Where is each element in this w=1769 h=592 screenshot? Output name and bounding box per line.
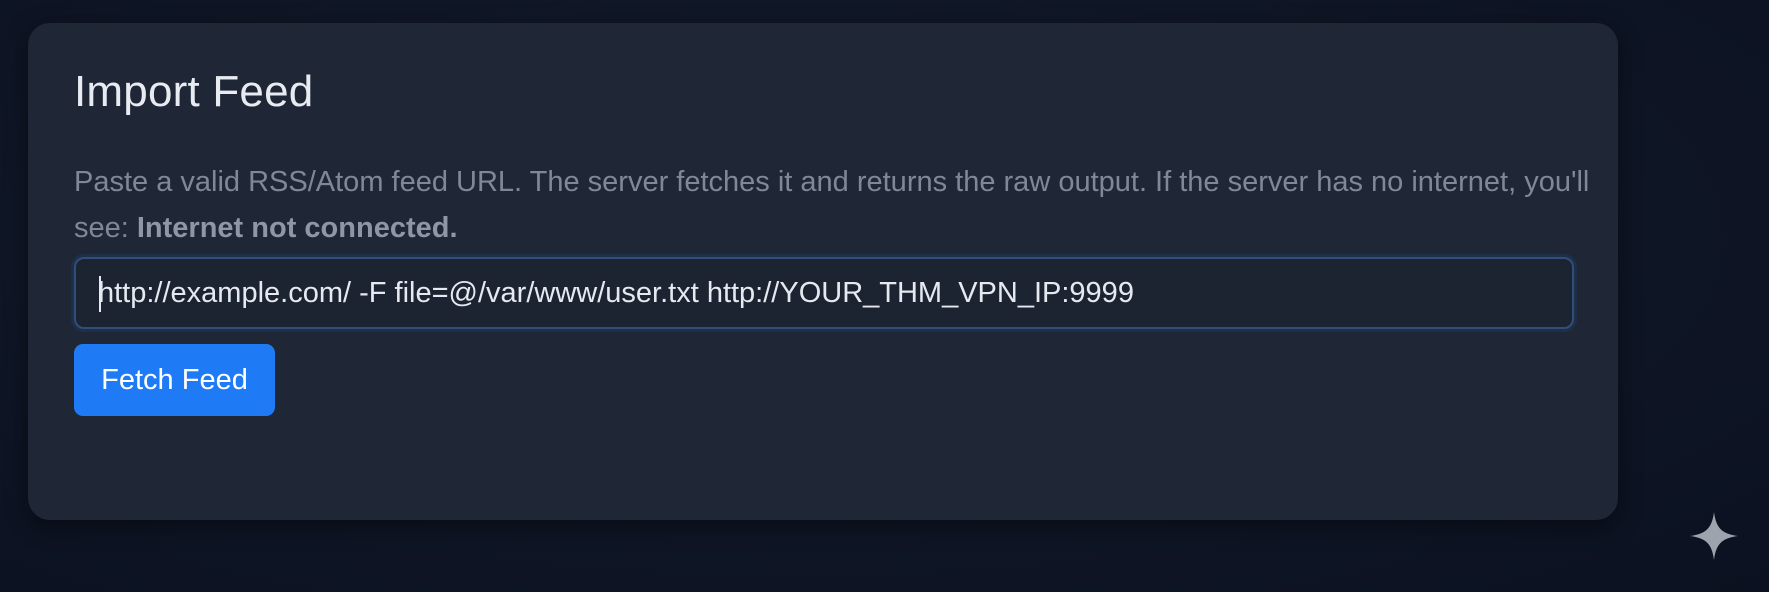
import-feed-card: Import Feed Paste a valid RSS/Atom feed … <box>28 23 1618 520</box>
card-description: Paste a valid RSS/Atom feed URL. The ser… <box>74 159 1604 251</box>
text-cursor <box>99 276 101 312</box>
feed-url-input[interactable] <box>76 259 1572 327</box>
fetch-feed-button[interactable]: Fetch Feed <box>74 344 275 416</box>
description-emphasis: Internet not connected. <box>136 212 458 244</box>
card-title: Import Feed <box>74 67 314 116</box>
sparkle-icon <box>1690 512 1738 560</box>
feed-url-field <box>74 257 1574 329</box>
